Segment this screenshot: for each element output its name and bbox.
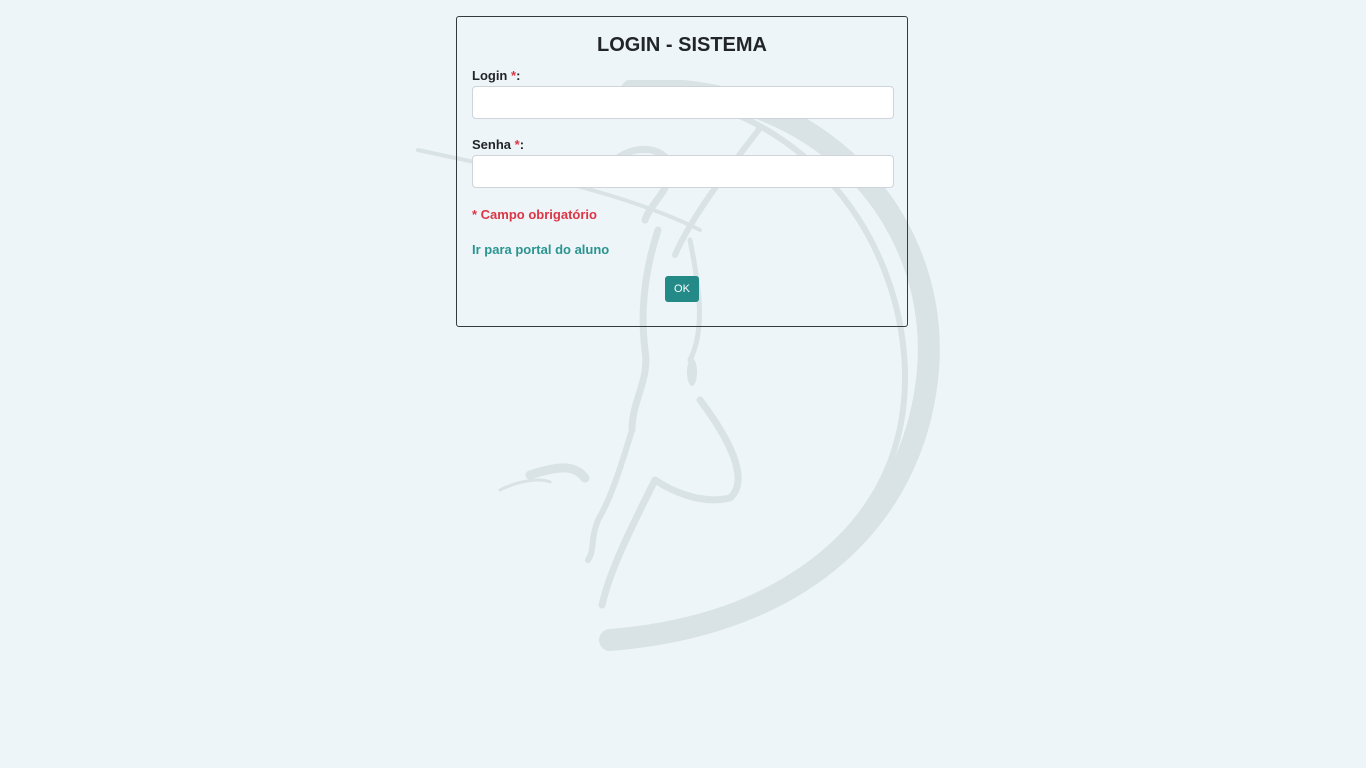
senha-input[interactable] bbox=[472, 155, 894, 188]
required-field-note: * Campo obrigatório bbox=[472, 207, 597, 222]
page-title: LOGIN - SISTEMA bbox=[597, 34, 767, 56]
login-label-text: Login bbox=[472, 68, 508, 83]
login-panel: LOGIN - SISTEMA Login *: Senha *: * Camp… bbox=[456, 16, 908, 327]
ok-button[interactable]: OK bbox=[665, 276, 699, 302]
login-label: Login *: bbox=[472, 68, 892, 84]
senha-label-text: Senha bbox=[472, 137, 512, 152]
senha-label-suffix: : bbox=[519, 137, 525, 152]
senha-label: Senha *: bbox=[472, 137, 892, 153]
login-label-suffix: : bbox=[516, 68, 521, 83]
student-portal-link[interactable]: Ir para portal do aluno bbox=[472, 242, 609, 258]
button-row: OK bbox=[472, 276, 892, 302]
login-input[interactable] bbox=[472, 86, 894, 119]
